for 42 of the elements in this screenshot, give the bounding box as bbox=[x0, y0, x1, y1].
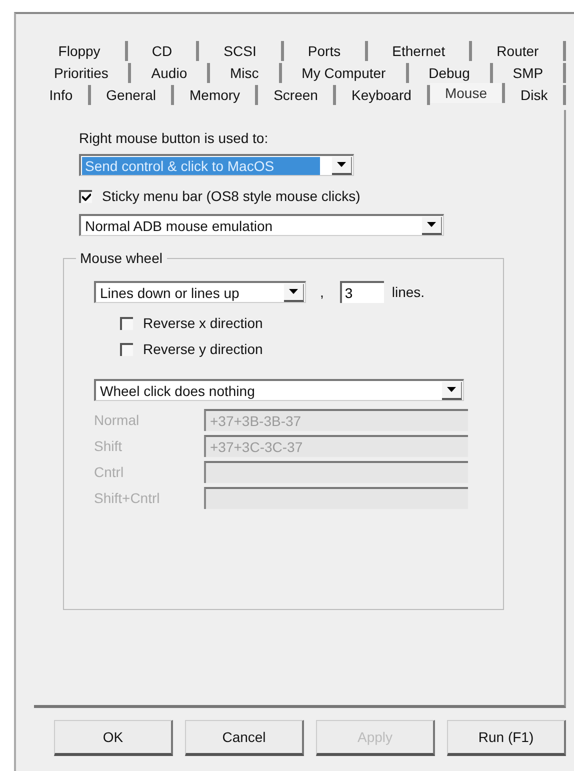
tab[interactable]: Router bbox=[472, 41, 566, 61]
tab[interactable]: My Computer bbox=[282, 63, 409, 83]
dropdown[interactable]: Normal ADB mouse emulation bbox=[79, 214, 444, 236]
checkbox[interactable] bbox=[120, 342, 133, 356]
dialog-button[interactable]: OK bbox=[54, 720, 173, 756]
tab[interactable]: Ports bbox=[284, 41, 368, 61]
dropdown-arrow-icon bbox=[337, 162, 346, 167]
field-label: Cntrl bbox=[94, 464, 125, 480]
unit-label: lines. bbox=[392, 284, 425, 300]
tab[interactable]: Info bbox=[34, 85, 91, 105]
tab[interactable]: Disk bbox=[505, 85, 566, 105]
dialog-button[interactable]: Run (F1) bbox=[447, 720, 566, 756]
field-label: Right mouse button is used to: bbox=[79, 130, 270, 146]
tab[interactable]: Ethernet bbox=[368, 41, 472, 61]
tab[interactable]: Mouse bbox=[430, 83, 506, 103]
group-title: Mouse wheel bbox=[76, 250, 166, 266]
tab[interactable]: Screen bbox=[258, 85, 336, 105]
field-label: Shift bbox=[94, 438, 124, 454]
checkbox[interactable] bbox=[79, 190, 92, 202]
field-label: Shift+Cntrl bbox=[94, 490, 161, 506]
checkbox-label: Reverse y direction bbox=[143, 341, 263, 357]
number-field[interactable]: 3 bbox=[340, 281, 384, 303]
checkbox[interactable] bbox=[120, 316, 133, 330]
tab[interactable]: Floppy bbox=[34, 41, 128, 61]
dropdown[interactable]: Lines down or lines up bbox=[94, 281, 306, 303]
tab[interactable]: Misc bbox=[210, 63, 282, 83]
tab[interactable]: General bbox=[90, 85, 174, 105]
dropdown-arrow-icon bbox=[427, 222, 436, 227]
dropdown[interactable]: Wheel click does nothing bbox=[94, 379, 464, 401]
dialog-button[interactable]: Cancel bbox=[185, 720, 304, 756]
tab[interactable]: Priorities bbox=[34, 63, 132, 83]
tab[interactable]: Audio bbox=[131, 63, 210, 83]
check-icon bbox=[82, 193, 91, 201]
tab[interactable]: Memory bbox=[174, 85, 258, 105]
dropdown-arrow-icon bbox=[289, 289, 298, 294]
checkbox-label: Sticky menu bar (OS8 style mouse clicks) bbox=[102, 188, 360, 204]
separator-text: , bbox=[320, 284, 324, 300]
checkbox-label: Reverse x direction bbox=[143, 315, 263, 331]
dropdown-arrow-icon bbox=[447, 387, 456, 392]
tab[interactable]: SCSI bbox=[199, 41, 284, 61]
tab[interactable]: CD bbox=[128, 41, 200, 61]
field-label: Normal bbox=[94, 412, 140, 428]
